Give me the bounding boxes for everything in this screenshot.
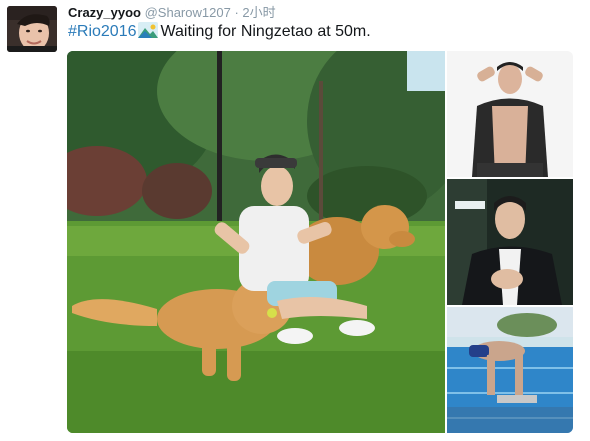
side-photo-suit[interactable] — [447, 179, 573, 305]
side-photo-portrait[interactable] — [447, 51, 573, 177]
meta-separator: · — [234, 5, 239, 20]
tweet-body: Waiting for Ningzetao at 50m. — [160, 23, 371, 40]
tweet-timestamp[interactable]: 2小时 — [242, 5, 275, 20]
main-photo[interactable] — [67, 51, 445, 433]
hashtag-link[interactable]: #Rio2016 — [68, 23, 137, 40]
tweet-header: Crazy_yyoo @Sharow1207 · 2小时 — [68, 5, 276, 21]
user-display-name[interactable]: Crazy_yyoo — [68, 5, 141, 20]
user-avatar[interactable] — [7, 6, 57, 52]
side-photo-pool[interactable] — [447, 307, 573, 433]
user-handle[interactable]: @Sharow1207 — [145, 5, 231, 20]
mountain-icon — [137, 22, 158, 38]
tweet-text: #Rio2016 Waiting for Ningzetao at 50m. — [68, 22, 371, 42]
